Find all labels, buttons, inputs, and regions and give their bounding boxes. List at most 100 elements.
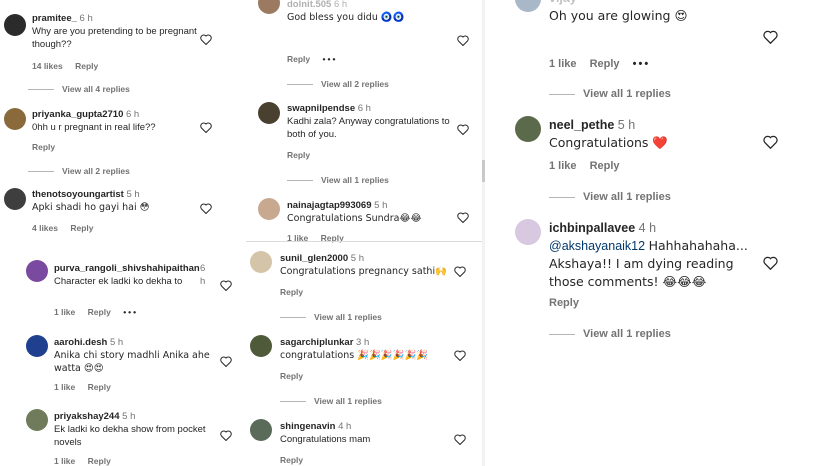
view-replies-button[interactable]: View all 1 replies [549, 189, 671, 206]
comment-time: 5 h [350, 253, 364, 264]
likes-count[interactable]: 14 likes [32, 61, 63, 71]
reply-button[interactable]: Reply [590, 58, 620, 70]
reply-button[interactable]: Reply [88, 456, 111, 466]
like-heart-icon[interactable] [457, 212, 469, 223]
like-heart-icon[interactable] [457, 124, 469, 135]
avatar[interactable] [258, 198, 280, 220]
comment-text: Why are you pretending to be pregnant th… [32, 26, 197, 50]
like-heart-icon[interactable] [763, 256, 778, 270]
avatar[interactable] [250, 335, 272, 357]
like-heart-icon[interactable] [763, 30, 778, 44]
comment-meta: 1 like Reply [54, 455, 121, 466]
view-replies-button[interactable]: View all 2 replies [28, 165, 130, 178]
comment-username[interactable]: priyanka_gupta2710 [32, 109, 123, 120]
reply-button[interactable]: Reply [280, 287, 303, 297]
avatar[interactable] [4, 108, 26, 130]
comment-username[interactable]: dolnit.505 [287, 0, 331, 10]
reply-button[interactable]: Reply [287, 150, 310, 160]
view-replies-button[interactable]: View all 4 replies [28, 83, 130, 96]
comment-username[interactable]: purva_rangoli_shivshahipaithan [54, 263, 200, 274]
scrollbar-track[interactable] [482, 0, 485, 466]
comments-column-2: dolnit.505 6 h God bless you didu 🧿🧿 Rep… [246, 0, 484, 466]
like-heart-icon[interactable] [200, 34, 212, 45]
more-options-icon[interactable]: ••• [633, 58, 651, 70]
like-heart-icon[interactable] [454, 350, 466, 361]
avatar[interactable] [26, 335, 48, 357]
likes-count[interactable]: 1 like [54, 456, 75, 466]
avatar[interactable] [26, 409, 48, 431]
more-options-icon[interactable]: ••• [323, 54, 338, 64]
avatar[interactable] [515, 219, 541, 245]
view-replies-button[interactable]: View all 2 replies [287, 78, 389, 91]
reply-button[interactable]: Reply [280, 371, 303, 381]
view-replies-button[interactable]: View all 1 replies [280, 311, 382, 324]
comment-meta: 1 like Reply [54, 381, 121, 394]
comment-username[interactable]: sunil_glen2000 [280, 253, 348, 264]
like-heart-icon[interactable] [220, 430, 232, 441]
comment-username[interactable]: aarohi.desh [54, 337, 107, 348]
comment-username[interactable]: shingenavin [280, 421, 335, 432]
avatar[interactable] [250, 251, 272, 273]
comment-username[interactable]: sagarchiplunkar [280, 337, 353, 348]
like-heart-icon[interactable] [457, 35, 469, 46]
comment-time: 4 h [638, 221, 657, 235]
comment-time: 6 h [126, 109, 140, 120]
likes-count[interactable]: 1 like [54, 382, 75, 392]
reply-button[interactable]: Reply [32, 142, 55, 152]
comment-username[interactable]: thenotsoyoungartist [32, 189, 124, 200]
reply-button[interactable]: Reply [280, 455, 303, 465]
comment-text: Congratulations pregnancy sathi🙌 [280, 266, 447, 277]
avatar[interactable] [515, 0, 541, 12]
comment-username[interactable]: nainajagtap993069 [287, 200, 372, 211]
avatar[interactable] [258, 102, 280, 124]
likes-count[interactable]: 4 likes [32, 223, 58, 233]
comments-column-3: vijay Oh you are glowing 😍 1 like Reply … [505, 0, 793, 466]
comments-column-1: pramitee_ 6 h Why are you pretending to … [0, 0, 246, 466]
like-heart-icon[interactable] [454, 266, 466, 277]
reply-button[interactable]: Reply [75, 61, 98, 71]
avatar[interactable] [4, 188, 26, 210]
reply-button[interactable]: Reply [88, 307, 111, 317]
comment-text: Congratulations Sundra😂😂 [287, 213, 422, 224]
view-replies-button[interactable]: View all 1 replies [280, 395, 382, 408]
avatar[interactable] [250, 419, 272, 441]
like-heart-icon[interactable] [200, 122, 212, 133]
like-heart-icon[interactable] [200, 203, 212, 214]
like-heart-icon[interactable] [454, 434, 466, 445]
divider [246, 241, 484, 242]
mention-link[interactable]: @akshayanaik12 [549, 239, 645, 253]
likes-count[interactable]: 1 like [549, 58, 577, 70]
comment-text: Anika chi story madhli Anika ahe watta 😍… [54, 350, 210, 374]
avatar[interactable] [26, 260, 48, 282]
comment-meta: 1 like Reply ••• [54, 306, 148, 319]
comment-meta: Reply [280, 286, 313, 299]
reply-button[interactable]: Reply [549, 297, 579, 309]
comment-username[interactable]: neel_pethe [549, 118, 614, 132]
comment-username[interactable]: vijay [549, 0, 577, 5]
reply-button[interactable]: Reply [287, 54, 310, 64]
scrollbar-thumb[interactable] [482, 160, 485, 182]
reply-button[interactable]: Reply [88, 382, 111, 392]
avatar[interactable] [258, 0, 280, 14]
comment-meta: Reply [32, 141, 65, 154]
comment-username[interactable]: priyakshay244 [54, 411, 120, 422]
like-heart-icon[interactable] [763, 135, 778, 149]
like-heart-icon[interactable] [220, 280, 232, 291]
comment-username[interactable]: swapnilpendse [287, 103, 355, 114]
comment-text: Apki shadi ho gayi hai 😳 [32, 202, 150, 213]
more-options-icon[interactable]: ••• [123, 307, 138, 317]
avatar[interactable] [515, 116, 541, 142]
comment-meta: Reply [549, 295, 589, 312]
reply-button[interactable]: Reply [590, 160, 620, 172]
comment-username[interactable]: ichbinpallavee [549, 221, 635, 235]
view-replies-button[interactable]: View all 1 replies [549, 86, 671, 103]
likes-count[interactable]: 1 like [54, 307, 75, 317]
view-replies-button[interactable]: View all 1 replies [287, 174, 389, 187]
comment-meta: 14 likes Reply [32, 60, 108, 73]
avatar[interactable] [4, 14, 26, 36]
reply-button[interactable]: Reply [70, 223, 93, 233]
like-heart-icon[interactable] [220, 356, 232, 367]
comment-username[interactable]: pramitee_ [32, 13, 77, 24]
view-replies-button[interactable]: View all 1 replies [549, 326, 671, 343]
likes-count[interactable]: 1 like [549, 160, 577, 172]
